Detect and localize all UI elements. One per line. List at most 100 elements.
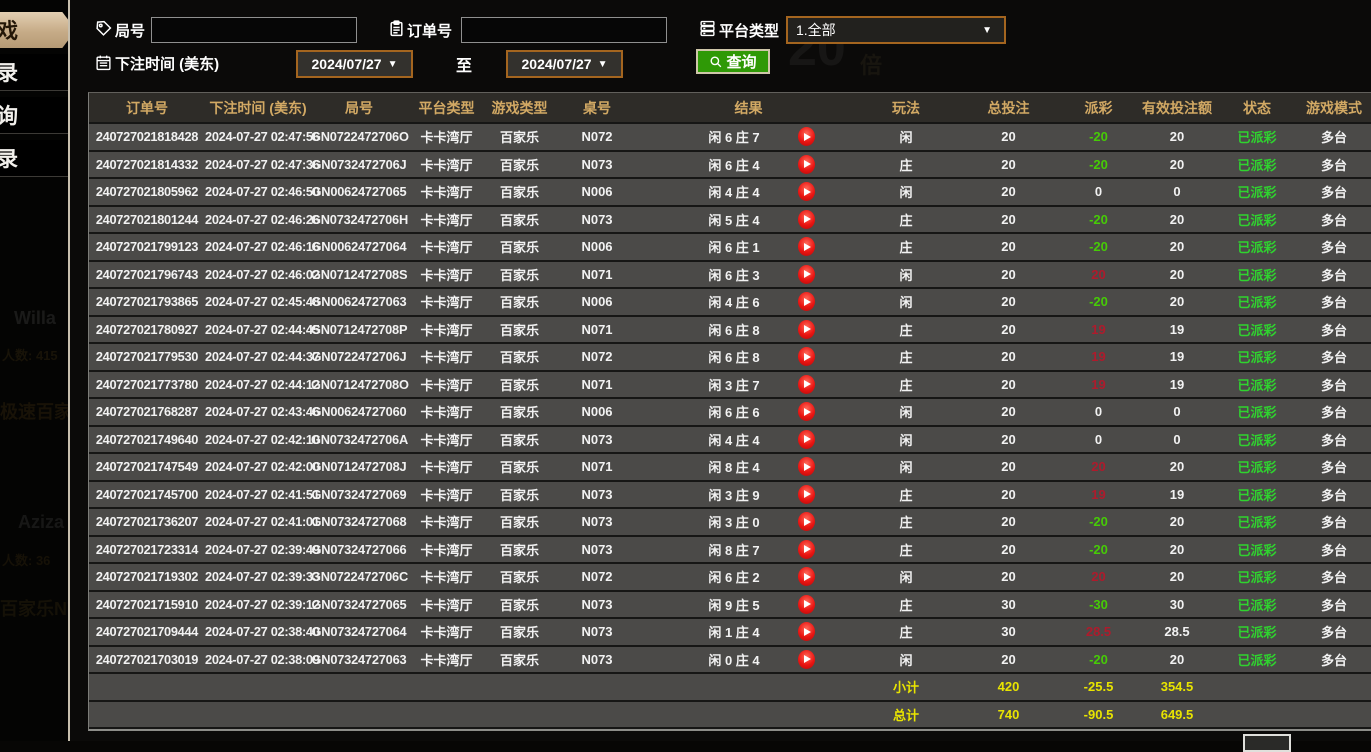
- table-number-cell: N072: [553, 569, 641, 584]
- play-video-icon[interactable]: [798, 320, 815, 339]
- play-video-icon[interactable]: [798, 457, 815, 476]
- table-number-cell: N073: [553, 542, 641, 557]
- table-number-cell: N073: [553, 157, 641, 172]
- play-video-icon[interactable]: [798, 622, 815, 641]
- status-badge: 已派彩: [1218, 485, 1296, 504]
- game-mode-cell: 多台: [1296, 210, 1371, 229]
- play-video-icon[interactable]: [798, 375, 815, 394]
- chevron-down-icon: ▼: [388, 59, 398, 70]
- total-bet-cell: 20: [956, 239, 1061, 254]
- result-score: 闲 3 庄 0: [708, 512, 759, 531]
- game-type-cell: 百家乐: [486, 155, 553, 174]
- status-badge: 已派彩: [1218, 375, 1296, 394]
- total-bet-cell: 20: [956, 404, 1061, 419]
- play-video-icon[interactable]: [798, 485, 815, 504]
- status-badge: 已派彩: [1218, 402, 1296, 421]
- valid-bet-cell: 28.5: [1136, 624, 1218, 639]
- sidebar-item-2[interactable]: 录: [0, 54, 68, 91]
- payout-cell: -30: [1061, 597, 1136, 612]
- table-body: 2407270218184282024-07-27 02:47:56GN0722…: [89, 124, 1371, 729]
- play-video-icon[interactable]: [798, 127, 815, 146]
- play-video-icon[interactable]: [798, 182, 815, 201]
- platform-type-select[interactable]: 1.全部 ▼: [786, 16, 1006, 44]
- result-score: 闲 6 庄 2: [708, 567, 759, 586]
- date-from-select[interactable]: 2024/07/27 ▼: [296, 50, 413, 78]
- order-number-cell: 240727021805962: [89, 184, 205, 199]
- order-number-cell: 240727021801244: [89, 212, 205, 227]
- play-video-icon[interactable]: [798, 540, 815, 559]
- result-score: 闲 0 庄 4: [708, 650, 759, 669]
- round-input[interactable]: [151, 17, 357, 43]
- payout-cell: 20: [1061, 459, 1136, 474]
- play-video-icon[interactable]: [798, 512, 815, 531]
- game-type-cell: 百家乐: [486, 567, 553, 586]
- search-icon: [709, 55, 723, 69]
- order-input[interactable]: [461, 17, 667, 43]
- result-score: 闲 4 庄 6: [708, 292, 759, 311]
- game-mode-cell: 多台: [1296, 127, 1371, 146]
- play-video-icon[interactable]: [798, 650, 815, 669]
- table-row: 2407270217496402024-07-27 02:42:10GN0732…: [89, 427, 1371, 455]
- order-number-cell: 240727021793865: [89, 294, 205, 309]
- play-video-icon[interactable]: [798, 265, 815, 284]
- play-video-icon[interactable]: [798, 402, 815, 421]
- order-number-cell: 240727021768287: [89, 404, 205, 419]
- game-type-cell: 百家乐: [486, 622, 553, 641]
- play-video-icon[interactable]: [798, 347, 815, 366]
- table-number-cell: N071: [553, 377, 641, 392]
- bg-promo-unit: 倍: [860, 48, 882, 80]
- order-number-cell: 240727021745700: [89, 487, 205, 502]
- play-video-icon[interactable]: [798, 292, 815, 311]
- platform-cell: 卡卡湾厅: [407, 512, 486, 531]
- sidebar-item-4[interactable]: 录: [0, 140, 68, 177]
- pagination-stub[interactable]: [1243, 734, 1291, 752]
- play-type-cell: 庄: [856, 210, 956, 229]
- total-bet-cell: 20: [956, 432, 1061, 447]
- table-number-cell: N073: [553, 624, 641, 639]
- play-video-icon[interactable]: [798, 210, 815, 229]
- sidebar-item-label: 录: [0, 57, 17, 87]
- bet-time-cell: 2024-07-27 02:43:46: [205, 404, 311, 419]
- play-type-cell: 庄: [856, 595, 956, 614]
- table-row: 2407270217991232024-07-27 02:46:16GN0062…: [89, 234, 1371, 262]
- valid-bet-cell: 19: [1136, 377, 1218, 392]
- bet-time-cell: 2024-07-27 02:42:00: [205, 459, 311, 474]
- round-number-cell: GN0722472706J: [311, 349, 407, 364]
- valid-bet-cell: 19: [1136, 349, 1218, 364]
- table-row: 2407270217475492024-07-27 02:42:00GN0712…: [89, 454, 1371, 482]
- play-video-icon[interactable]: [798, 237, 815, 256]
- valid-bet-cell: 30: [1136, 597, 1218, 612]
- total-bet-cell: 20: [956, 542, 1061, 557]
- payout-cell: 28.5: [1061, 624, 1136, 639]
- round-number-cell: GN07324727068: [311, 514, 407, 529]
- table-number-cell: N073: [553, 487, 641, 502]
- play-type-cell: 庄: [856, 512, 956, 531]
- table-row: 2407270217795302024-07-27 02:44:37GN0722…: [89, 344, 1371, 372]
- order-number-cell: 240727021747549: [89, 459, 205, 474]
- platform-cell: 卡卡湾厅: [407, 237, 486, 256]
- play-video-icon[interactable]: [798, 155, 815, 174]
- game-type-cell: 百家乐: [486, 292, 553, 311]
- order-number-cell: 240727021749640: [89, 432, 205, 447]
- play-type-cell: 庄: [856, 155, 956, 174]
- result-score: 闲 6 庄 8: [708, 347, 759, 366]
- result-cell: 闲 6 庄 6: [641, 402, 856, 421]
- result-cell: 闲 4 庄 6: [641, 292, 856, 311]
- payout-cell: -20: [1061, 514, 1136, 529]
- platform-cell: 卡卡湾厅: [407, 155, 486, 174]
- play-video-icon[interactable]: [798, 595, 815, 614]
- sidebar-item-1[interactable]: 戏: [0, 12, 68, 48]
- play-video-icon[interactable]: [798, 430, 815, 449]
- date-to-select[interactable]: 2024/07/27 ▼: [506, 50, 623, 78]
- game-mode-cell: 多台: [1296, 320, 1371, 339]
- table-row: 2407270217030192024-07-27 02:38:09GN0732…: [89, 647, 1371, 675]
- result-cell: 闲 4 庄 4: [641, 182, 856, 201]
- bg-dealer-name: Willa: [14, 308, 56, 329]
- search-button[interactable]: 查询: [696, 49, 770, 74]
- play-video-icon[interactable]: [798, 567, 815, 586]
- game-type-cell: 百家乐: [486, 540, 553, 559]
- sidebar-item-3[interactable]: 询: [0, 97, 68, 134]
- table-row: 2407270217967432024-07-27 02:46:02GN0712…: [89, 262, 1371, 290]
- column-header-4: 平台类型: [407, 98, 486, 118]
- grand-total-row: 总计740-90.5649.5: [89, 702, 1371, 730]
